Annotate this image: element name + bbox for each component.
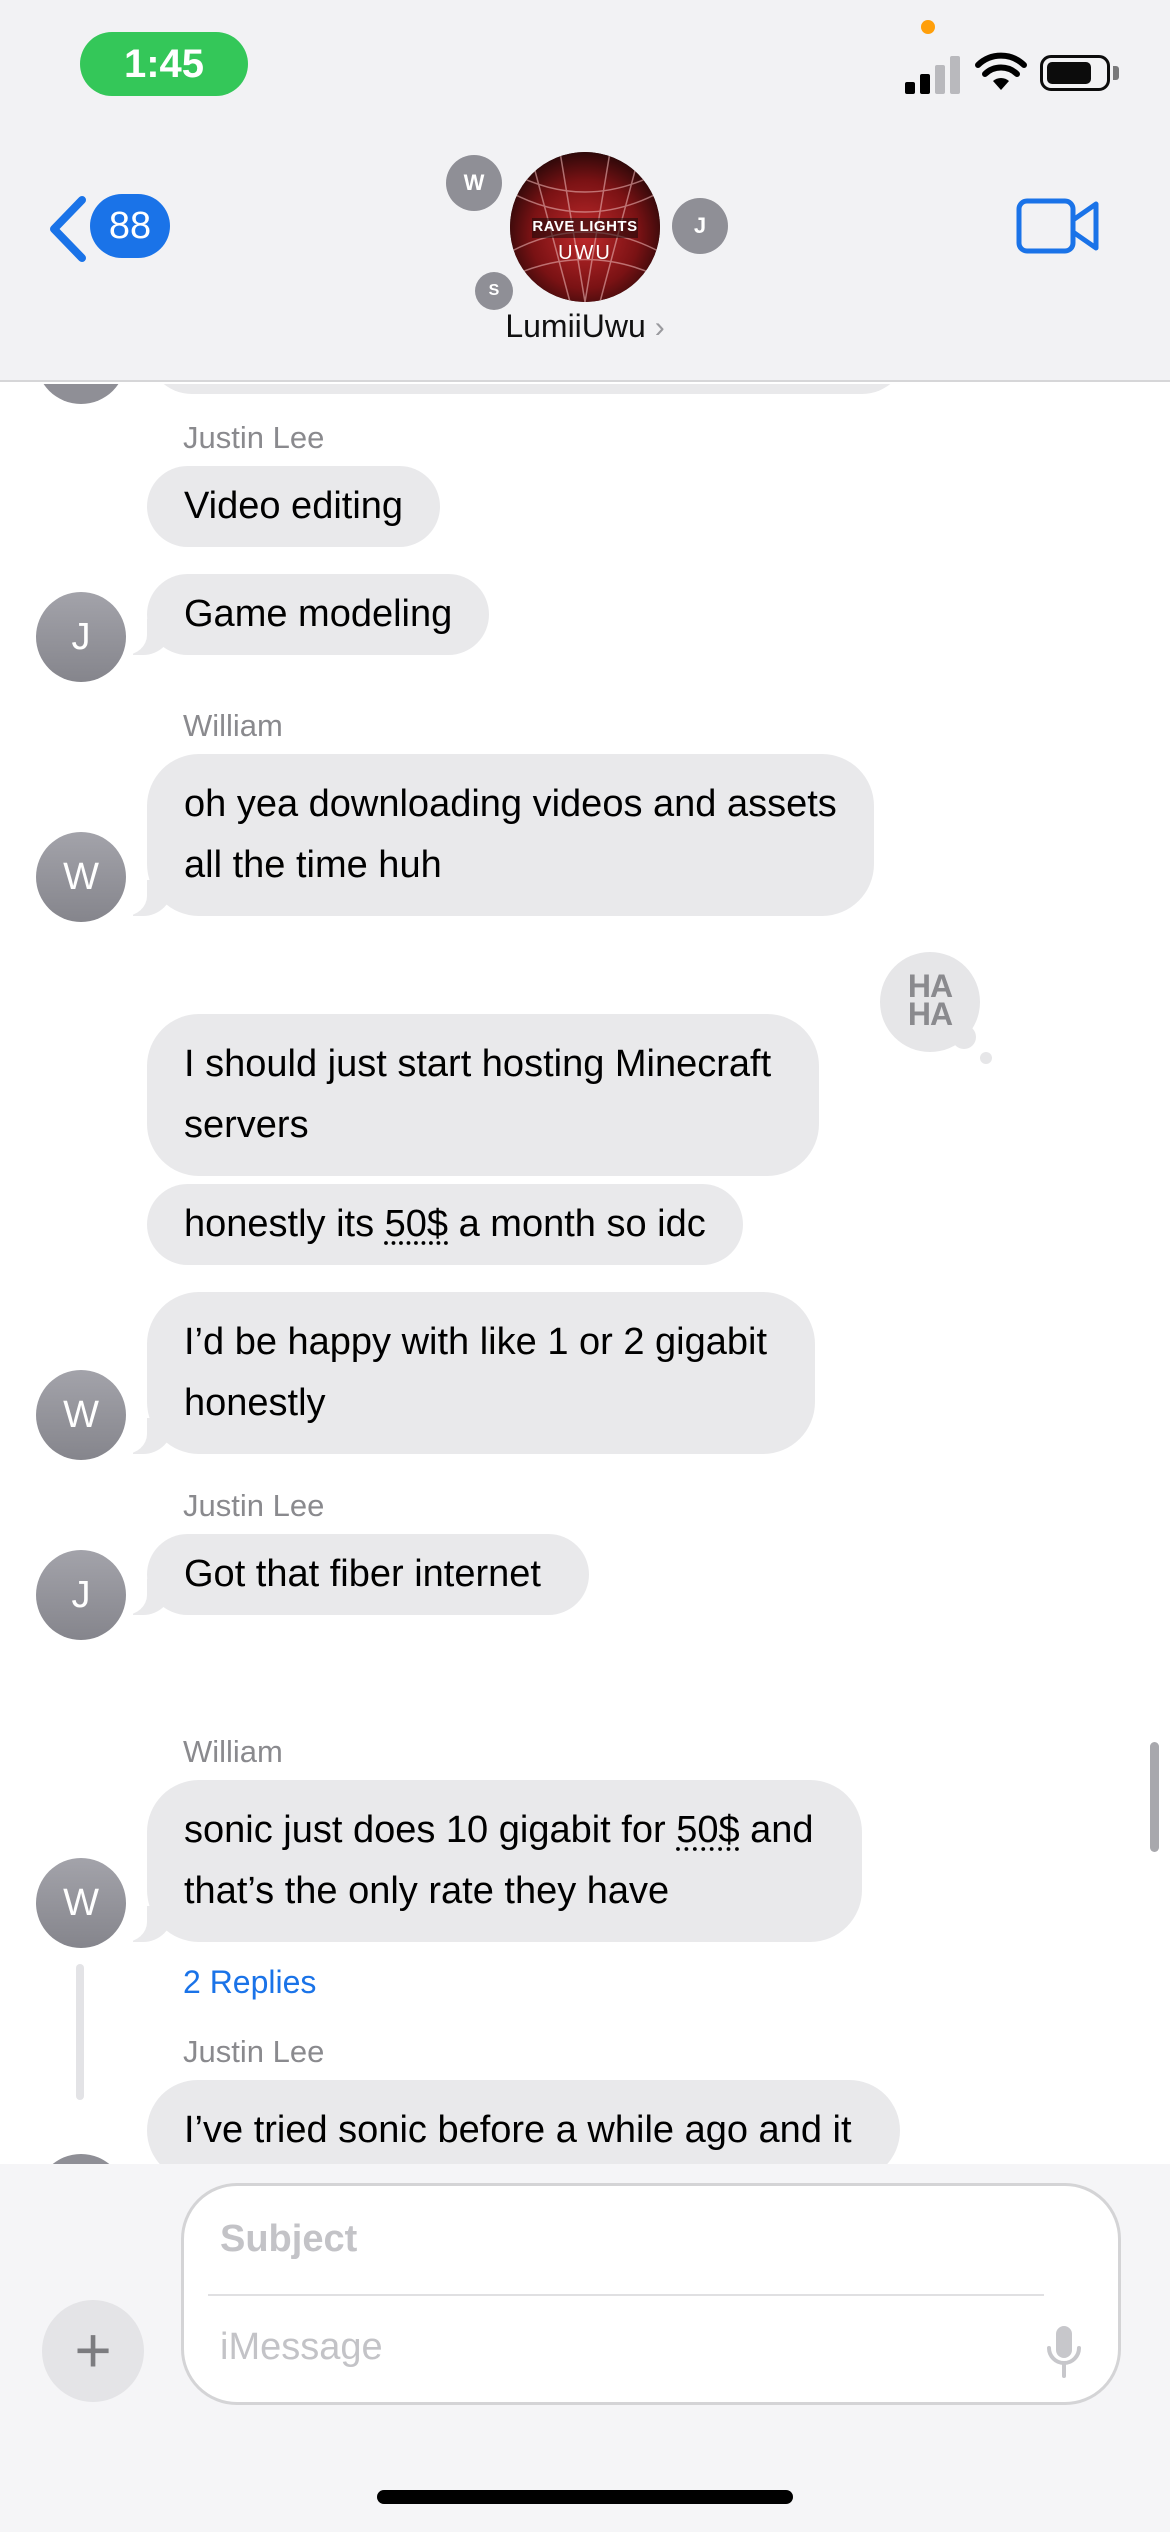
battery-level [1047,62,1091,84]
message-text-line: oh yea downloading videos and assets [184,783,837,825]
message-link[interactable]: 50$ [385,1203,448,1245]
message-bubble[interactable]: I should just start hosting Minecraft se… [147,1014,820,1176]
thread-replies-link[interactable]: 2 Replies [183,1964,316,2001]
battery-icon [1040,55,1110,91]
conversation-header: 88 W J S RAVE LIGHTS UWU LumiiUwu › [0,130,1170,382]
sender-name: William [183,1734,283,1769]
message-thread[interactable]: Justin Lee Video editing Game modeling J… [0,384,1170,2164]
microphone-icon[interactable] [1044,2322,1084,2382]
wifi-icon [975,52,1027,90]
group-name-row[interactable]: LumiiUwu › [0,308,1170,345]
scroll-indicator[interactable] [1150,1742,1159,1852]
message-text-line: all the time huh [184,844,442,886]
message-bubble[interactable]: Video editing [147,466,441,547]
clipped-avatar [36,384,126,404]
subject-input[interactable] [220,2218,1020,2261]
compose-divider [208,2294,1044,2296]
message-bubble[interactable]: Got that fiber internet [125,1534,589,1615]
group-chevron-icon: › [654,311,665,344]
message-text-line: I should just start hosting Minecraft [184,1043,772,1085]
avatar[interactable]: W [36,832,126,922]
avatar[interactable]: W [36,1858,126,1948]
member-avatar-s[interactable]: S [475,272,513,310]
recording-indicator-dot [921,20,935,34]
message-bubble[interactable]: I’d be happy with like 1 or 2 gigabit ho… [124,1292,816,1454]
back-unread-count[interactable]: 88 [90,194,170,258]
group-avatar-text-top: RAVE LIGHTS [532,218,638,235]
message-text-line: honestly [184,1382,326,1424]
status-bar: 1:45 [0,0,1170,130]
compose-bar: + [0,2164,1170,2532]
sender-name: Justin Lee [183,420,325,455]
clipped-avatar [36,2154,126,2164]
member-avatar-j[interactable]: J [672,198,728,254]
group-name[interactable]: LumiiUwu [505,308,645,344]
tapback-tail-dot [952,1025,976,1049]
group-avatar[interactable]: RAVE LIGHTS UWU [510,152,660,302]
message-text: Got that fiber internet [184,1553,541,1595]
sender-name: Justin Lee [183,1488,325,1523]
message-link[interactable]: 50$ [676,1809,739,1851]
message-text: a month so idc [448,1203,706,1245]
message-bubble[interactable]: Game modeling [124,574,490,655]
back-chevron-icon[interactable] [48,196,88,262]
message-text-line: that’s the only rate they have [184,1870,670,1912]
battery-cap [1113,66,1119,80]
member-avatar-w[interactable]: W [446,155,502,211]
group-avatar-text-bottom: UWU [558,242,612,264]
message-bubble[interactable]: I’ve tried sonic before a while ago and … [147,2080,900,2164]
home-indicator[interactable] [377,2490,793,2504]
message-text: Video editing [184,485,404,527]
tapback-text-bottom: HA [907,996,953,1032]
message-text-line: sonic just does 10 gigabit for 50$ and [184,1800,814,1861]
message-text: honestly its [184,1203,385,1245]
status-time[interactable]: 1:45 [80,32,248,96]
message-bubble[interactable]: honestly its 50$ a month so idc [147,1184,743,1265]
message-text: sonic just does 10 gigabit for [184,1809,677,1851]
avatar[interactable]: W [36,1370,126,1460]
facetime-video-icon[interactable] [1016,198,1100,254]
add-attachment-button[interactable]: + [42,2300,144,2402]
sender-name: William [183,708,283,743]
sender-name: Justin Lee [183,2034,325,2069]
message-bubble[interactable]: oh yea downloading videos and assets all… [125,754,874,916]
imessage-input[interactable] [220,2326,1000,2369]
message-text-line: servers [184,1104,309,1146]
compose-input-box[interactable] [181,2183,1121,2405]
message-text: and [739,1809,814,1851]
tapback-label: HA HA [880,970,980,1032]
tapback-tail-dot [980,1052,992,1064]
avatar[interactable]: J [36,1550,126,1640]
message-text-line: I’ve tried sonic before a while ago and … [184,2109,852,2151]
message-bubble[interactable]: sonic just does 10 gigabit for 50$ and t… [125,1780,862,1942]
avatar[interactable]: J [36,592,126,682]
message-text-line: I’d be happy with like 1 or 2 gigabit [184,1321,768,1363]
clipped-bubble [147,384,907,394]
signal-icon [905,52,963,94]
message-text: Game modeling [184,593,453,635]
reply-thread-line [76,1964,84,2100]
